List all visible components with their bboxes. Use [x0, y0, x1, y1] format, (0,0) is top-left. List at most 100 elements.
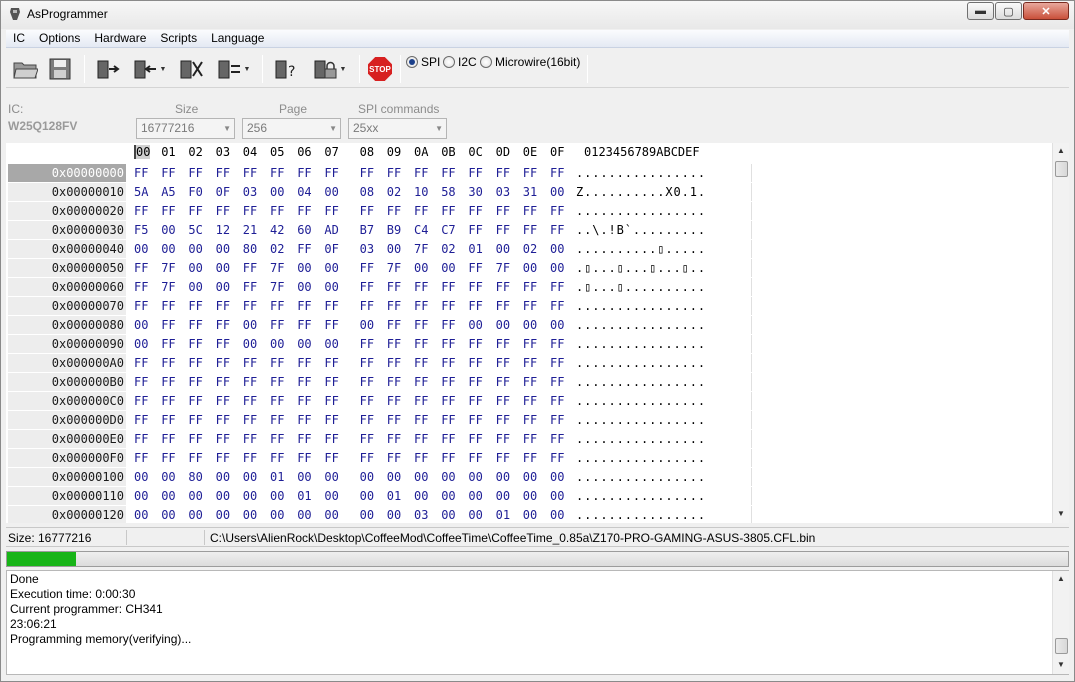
hex-byte[interactable]: FF [243, 297, 257, 315]
hex-byte[interactable]: FF [297, 373, 311, 391]
hex-byte[interactable]: FF [360, 449, 374, 467]
hex-byte[interactable]: FF [134, 297, 148, 315]
hex-byte[interactable]: 80 [188, 468, 202, 486]
hex-byte[interactable]: FF [387, 335, 401, 353]
ascii-text[interactable]: ................ [576, 316, 752, 334]
hex-byte[interactable]: FF [216, 335, 230, 353]
hex-byte[interactable]: FF [414, 392, 428, 410]
hex-byte[interactable]: FF [387, 164, 401, 182]
hex-byte[interactable]: FF [550, 164, 564, 182]
hex-byte[interactable]: FF [161, 316, 175, 334]
hex-byte[interactable]: FF [523, 373, 537, 391]
hex-byte[interactable]: FF [297, 164, 311, 182]
hex-byte[interactable]: FF [523, 411, 537, 429]
hex-byte[interactable]: FF [161, 164, 175, 182]
hex-byte[interactable]: 00 [134, 487, 148, 505]
hex-byte[interactable]: FF [324, 373, 338, 391]
hex-byte[interactable]: FF [360, 278, 374, 296]
radio-i2c[interactable]: I2C [443, 55, 477, 69]
hex-byte[interactable]: FF [216, 297, 230, 315]
hex-byte[interactable]: 00 [468, 316, 482, 334]
hex-byte[interactable]: FF [161, 430, 175, 448]
hex-byte[interactable]: FF [161, 354, 175, 372]
hex-row[interactable]: 0x00000070 FF FF FF FF FF FF FF FF FF FF FF FF FF FF FF… [6, 297, 1052, 316]
hex-byte[interactable]: FF [441, 335, 455, 353]
hex-byte[interactable]: FF [297, 297, 311, 315]
log-scrollbar[interactable]: ▲ ▼ [1052, 571, 1069, 674]
hex-byte[interactable]: FF [496, 354, 510, 372]
hex-byte[interactable]: 00 [496, 316, 510, 334]
hex-byte[interactable]: FF [496, 221, 510, 239]
hex-byte[interactable]: FF [468, 164, 482, 182]
hex-byte[interactable]: 00 [270, 183, 284, 201]
hex-byte[interactable]: 00 [550, 468, 564, 486]
hex-byte[interactable]: FF [161, 373, 175, 391]
hex-byte[interactable]: 00 [468, 487, 482, 505]
hex-byte[interactable]: FF [523, 164, 537, 182]
ascii-text[interactable]: ................ [576, 354, 752, 372]
hex-byte[interactable]: FF [360, 335, 374, 353]
hex-byte[interactable]: 02 [523, 240, 537, 258]
hex-byte[interactable]: FF [270, 354, 284, 372]
hex-byte[interactable]: FF [414, 373, 428, 391]
menu-options[interactable]: Options [32, 30, 87, 47]
hex-byte[interactable]: 03 [496, 183, 510, 201]
hex-byte[interactable]: FF [441, 354, 455, 372]
hex-byte[interactable]: FF [243, 259, 257, 277]
hex-byte[interactable]: FF [550, 297, 564, 315]
hex-byte[interactable]: FF [297, 316, 311, 334]
hex-byte[interactable]: FF [134, 373, 148, 391]
menu-scripts[interactable]: Scripts [153, 30, 204, 47]
hex-byte[interactable]: FF [523, 354, 537, 372]
hex-byte[interactable]: 00 [550, 506, 564, 523]
hex-byte[interactable]: FF [523, 449, 537, 467]
ascii-text[interactable]: ..........▯..... [576, 240, 752, 258]
ascii-text[interactable]: Z..........X0.1. [576, 183, 752, 201]
hex-byte[interactable]: 00 [161, 487, 175, 505]
hex-byte[interactable]: 5A [134, 183, 148, 201]
hex-byte[interactable]: FF [468, 411, 482, 429]
hex-byte[interactable]: 00 [324, 506, 338, 523]
hex-row[interactable]: 0x000000E0 FF FF FF FF FF FF FF FF FF FF FF FF FF FF FF… [6, 430, 1052, 449]
hex-byte[interactable]: FF [134, 392, 148, 410]
hex-byte[interactable]: 00 [387, 468, 401, 486]
hex-byte[interactable]: FF [134, 278, 148, 296]
hex-byte[interactable]: FF [270, 392, 284, 410]
hex-byte[interactable]: 00 [188, 487, 202, 505]
ascii-text[interactable]: ................ [576, 411, 752, 429]
hex-byte[interactable]: FF [468, 202, 482, 220]
hex-byte[interactable]: FF [297, 430, 311, 448]
ascii-text[interactable]: ................ [576, 487, 752, 505]
hex-byte[interactable]: FF [414, 278, 428, 296]
hex-editor[interactable]: 00 01 02 03 04 05 06 07 08 09 0A 0B 0C 0D 0E 0F 01234567… [6, 143, 1052, 523]
hex-byte[interactable]: 00 [243, 335, 257, 353]
hex-byte[interactable]: 00 [441, 259, 455, 277]
hex-byte[interactable]: FF [387, 411, 401, 429]
hex-byte[interactable]: FF [161, 392, 175, 410]
menu-ic[interactable]: IC [6, 30, 32, 47]
hex-byte[interactable]: FF [550, 354, 564, 372]
hex-byte[interactable]: 00 [216, 506, 230, 523]
hex-byte[interactable]: FF [216, 164, 230, 182]
ascii-text[interactable]: ................ [576, 373, 752, 391]
hex-byte[interactable]: 60 [297, 221, 311, 239]
ascii-text[interactable]: ................ [576, 430, 752, 448]
hex-byte[interactable]: FF [414, 164, 428, 182]
hex-byte[interactable]: 7F [414, 240, 428, 258]
hex-row[interactable]: 0x00000060 FF 7F 00 00 FF 7F 00 00 FF FF FF FF FF FF FF… [6, 278, 1052, 297]
hex-row[interactable]: 0x00000020 FF FF FF FF FF FF FF FF FF FF FF FF FF FF FF… [6, 202, 1052, 221]
hex-byte[interactable]: FF [270, 316, 284, 334]
hex-byte[interactable]: FF [216, 354, 230, 372]
hex-byte[interactable]: 00 [496, 487, 510, 505]
open-file-button[interactable] [9, 54, 41, 84]
hex-byte[interactable]: 00 [550, 487, 564, 505]
hex-byte[interactable]: FF [360, 373, 374, 391]
hex-byte[interactable]: FF [360, 297, 374, 315]
hex-row[interactable]: 0x000000A0 FF FF FF FF FF FF FF FF FF FF FF FF FF FF FF… [6, 354, 1052, 373]
hex-byte[interactable]: 00 [134, 316, 148, 334]
hex-byte[interactable]: FF [360, 202, 374, 220]
hex-byte[interactable]: FF [188, 411, 202, 429]
hex-byte[interactable]: 00 [216, 240, 230, 258]
hex-byte[interactable]: FF [496, 297, 510, 315]
hex-byte[interactable]: 08 [360, 183, 374, 201]
